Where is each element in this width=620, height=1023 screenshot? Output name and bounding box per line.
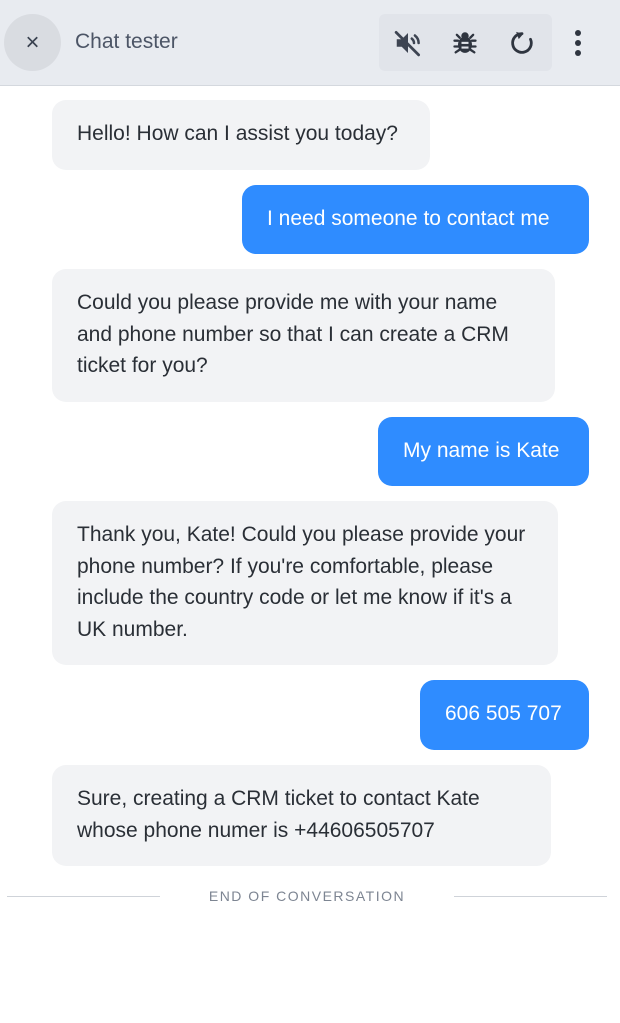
message-bot-4: Sure, creating a CRM ticket to contact K… <box>52 765 551 866</box>
more-options-button[interactable] <box>553 14 603 71</box>
message-user-2: My name is Kate <box>378 417 589 486</box>
more-vertical-icon <box>575 29 581 56</box>
end-of-conversation-label: END OF CONVERSATION <box>208 888 406 904</box>
message-bot-2: Could you please provide me with your na… <box>52 269 555 402</box>
close-icon: × <box>25 28 40 56</box>
message-bot-3: Thank you, Kate! Could you please provid… <box>52 501 558 665</box>
volume-muted-icon <box>394 30 420 56</box>
refresh-icon <box>510 31 533 54</box>
restart-button[interactable] <box>493 14 550 71</box>
toolbar <box>379 14 552 71</box>
end-divider-left <box>7 896 160 897</box>
message-user-1: I need someone to contact me <box>242 185 589 254</box>
message-user-3: 606 505 707 <box>420 680 589 750</box>
close-button[interactable]: × <box>4 14 61 71</box>
debug-button[interactable] <box>436 14 493 71</box>
page-title: Chat tester <box>75 30 178 53</box>
mute-button[interactable] <box>379 14 436 71</box>
bug-icon <box>452 31 477 53</box>
end-divider-right <box>454 896 607 897</box>
chat-header: × Chat tester <box>0 0 620 86</box>
message-bot-1: Hello! How can I assist you today? <box>52 100 430 170</box>
